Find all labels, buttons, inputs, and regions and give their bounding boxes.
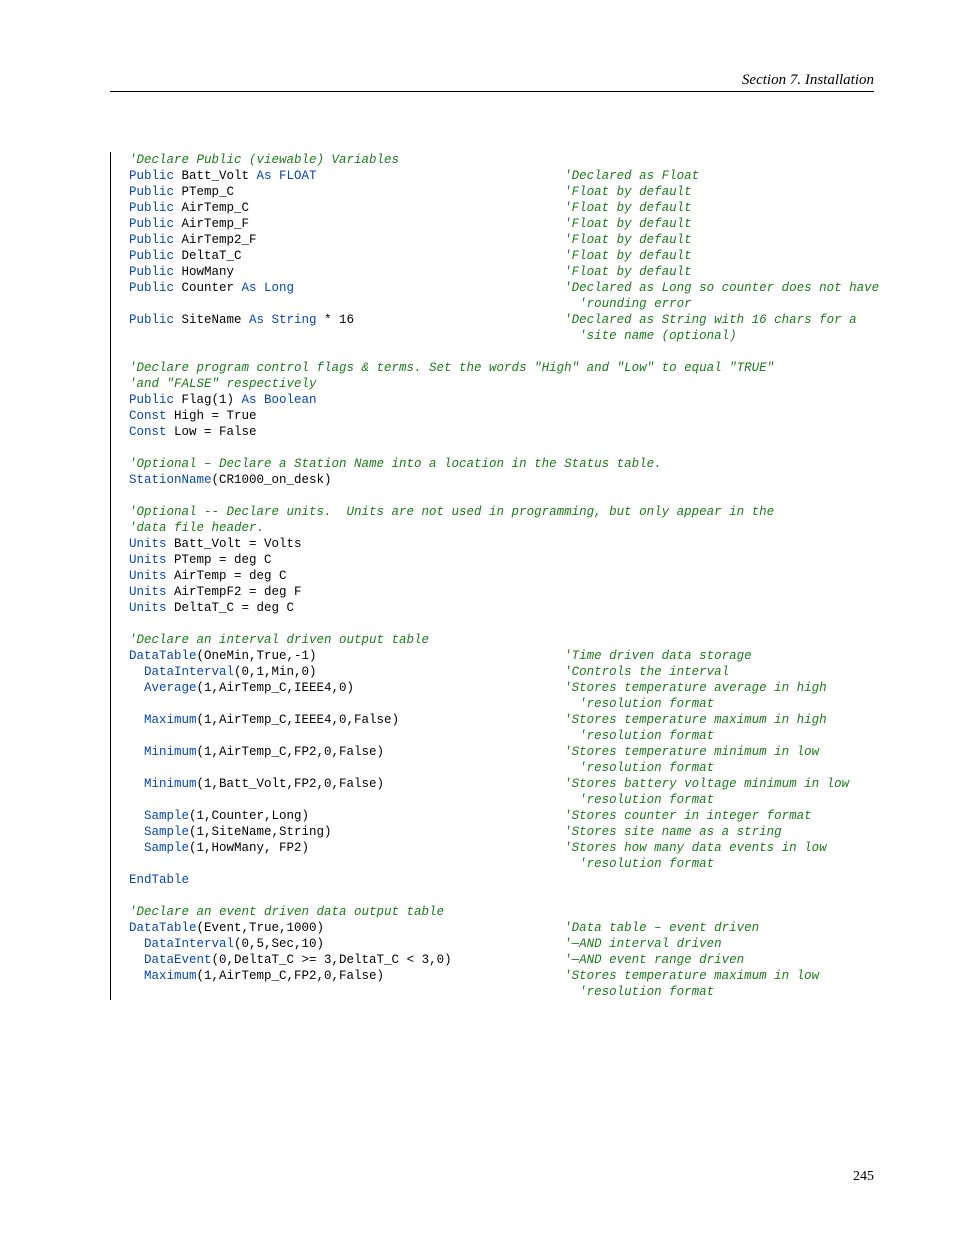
page-number: 245 [853,1169,874,1185]
page: Section 7. Installation 'Declare Public … [0,0,954,1235]
code-listing: 'Declare Public (viewable) Variables Pub… [110,152,874,1000]
running-header: Section 7. Installation [110,72,874,92]
